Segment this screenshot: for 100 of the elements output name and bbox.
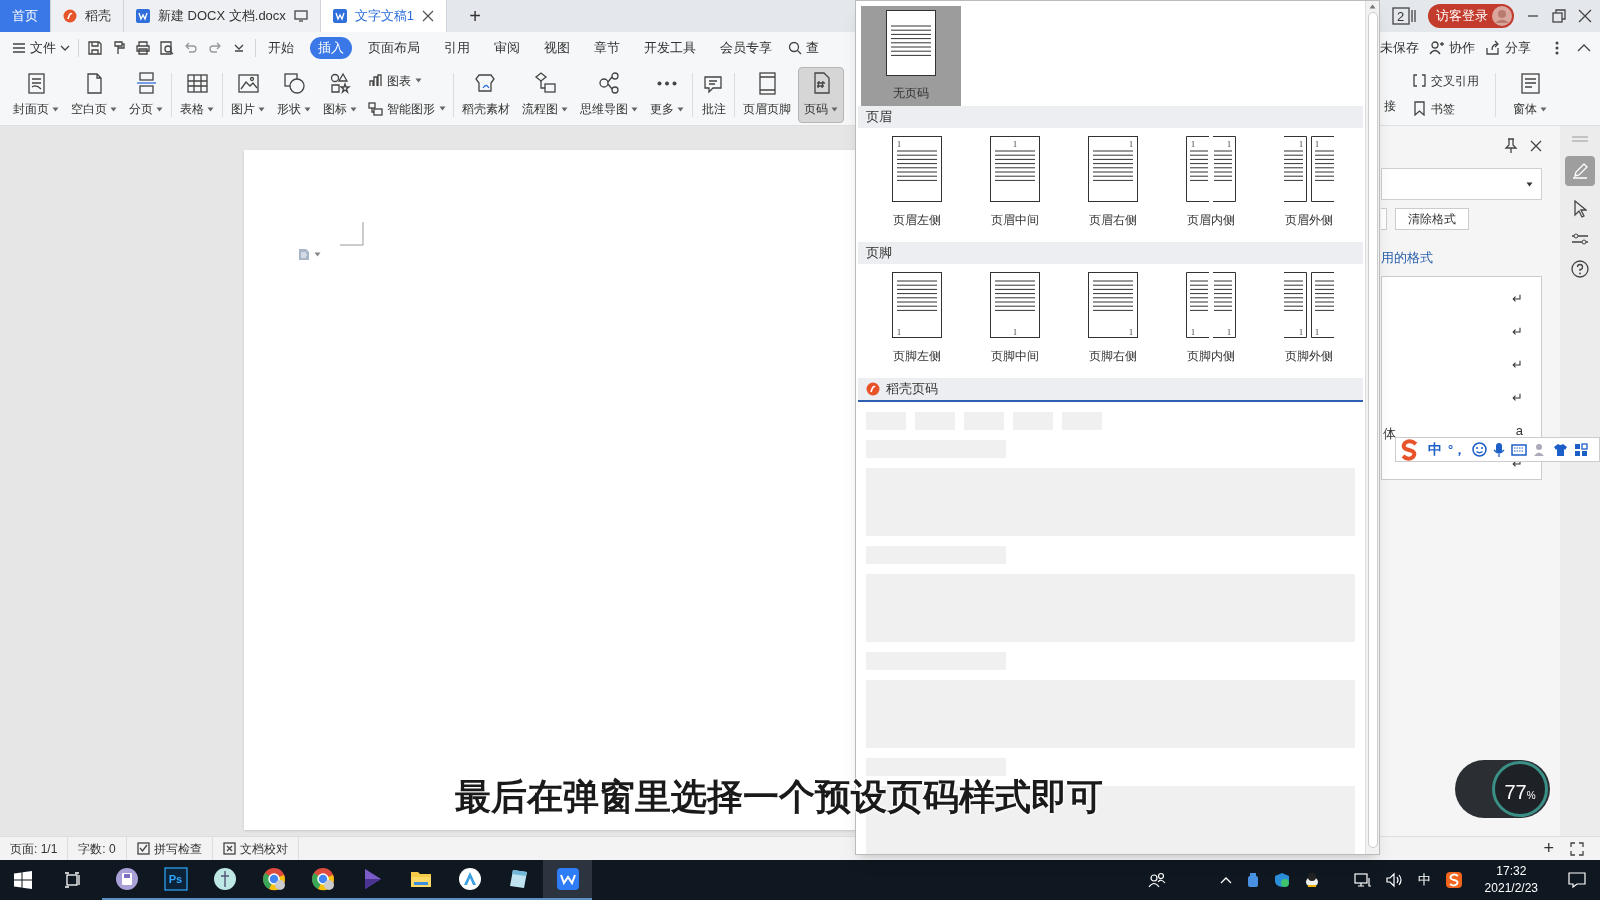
usb-icon[interactable] [1245, 872, 1260, 888]
ribbon-button[interactable]: 流程图 [517, 66, 573, 123]
edit-tool-button[interactable] [1565, 156, 1595, 186]
ribbon-button[interactable]: 窗体 [1508, 66, 1552, 123]
ribbon-button[interactable]: 思维导图 [575, 66, 643, 123]
print-icon[interactable] [135, 40, 151, 56]
smiley-icon[interactable] [1472, 442, 1488, 457]
menu-tab[interactable]: 会员专享 [712, 37, 780, 59]
section-header: 页眉 [858, 106, 1363, 128]
ribbon-button[interactable]: 图片 [226, 66, 270, 123]
toolbar-button[interactable]: 分享 [1485, 38, 1531, 58]
ribbon-button[interactable]: 表格 [175, 66, 219, 123]
input-method-indicator[interactable]: 中 [1417, 870, 1431, 890]
cursor-icon[interactable] [1573, 200, 1587, 218]
tab[interactable]: 首页 [0, 0, 51, 32]
menu-tab[interactable]: 引用 [436, 37, 478, 59]
ribbon-button[interactable]: 更多 [645, 66, 689, 123]
clear-format-button[interactable]: 清除格式 [1395, 208, 1469, 230]
menu-tab[interactable]: 插入 [310, 37, 352, 59]
close-icon[interactable] [422, 10, 435, 22]
redo-icon[interactable] [207, 40, 223, 56]
tab[interactable]: 稻壳 [51, 0, 124, 32]
ime-mode-button[interactable]: 中 [1428, 439, 1442, 460]
ribbon-button[interactable]: 图标 [318, 66, 362, 123]
menu-tab[interactable]: 开始 [260, 37, 302, 59]
windows-start-icon[interactable] [14, 871, 32, 889]
undo-icon[interactable] [183, 40, 199, 56]
ribbon-button[interactable]: 接 [1384, 96, 1396, 115]
ime-logo-icon[interactable] [1444, 871, 1463, 889]
ribbon-button[interactable]: 交叉引用 [1408, 68, 1483, 93]
no-page-number-option[interactable]: 无页码 [861, 6, 961, 106]
network-icon[interactable] [1353, 872, 1372, 888]
ribbon-button[interactable]: 稻壳素材 [457, 66, 515, 123]
clock[interactable]: 17:32 2021/2/23 [1484, 863, 1538, 897]
page-preview-drawing [990, 272, 1040, 338]
ribbon-button[interactable]: 形状 [272, 66, 316, 123]
microphone-icon[interactable] [1493, 441, 1506, 458]
menu-tab[interactable]: 审阅 [486, 37, 528, 59]
menu-tab[interactable]: 页面布局 [360, 37, 428, 59]
scrollbar-thumb[interactable] [1367, 12, 1378, 848]
fullscreen-icon[interactable] [1570, 841, 1584, 856]
ribbon-button[interactable]: 空白页 [66, 66, 122, 123]
more-icon[interactable] [1555, 41, 1559, 55]
taskbar-app[interactable]: Ps [151, 860, 200, 900]
help-icon[interactable] [1571, 260, 1589, 278]
taskbar-app[interactable] [543, 860, 592, 900]
notification-icon[interactable] [1568, 872, 1586, 888]
ribbon-button[interactable]: 批注 [696, 66, 731, 123]
volume-icon[interactable] [1385, 872, 1404, 888]
paste-options-button[interactable] [298, 248, 321, 261]
subtitle-text: 最后在弹窗里选择一个预设页码样式即可 [455, 775, 1103, 819]
close-icon[interactable] [1578, 9, 1592, 23]
save-icon[interactable] [87, 40, 103, 56]
ribbon-button[interactable]: 书签 [1408, 96, 1483, 121]
page-number-label: 1 [1299, 328, 1303, 337]
scrollbar[interactable] [1365, 1, 1379, 854]
ribbon-button[interactable]: 图表 [364, 68, 450, 93]
task-view-icon[interactable] [64, 872, 82, 888]
toolbar-button[interactable]: 协作 [1429, 38, 1475, 58]
ribbon-button[interactable]: 分页 [124, 66, 168, 123]
ribbon-button[interactable]: 智能图形 [364, 96, 450, 121]
punctuation-button[interactable]: °， [1448, 439, 1467, 460]
bar-chart-icon [368, 73, 383, 88]
caret-icon [1526, 181, 1533, 187]
menu-tab[interactable]: 章节 [586, 37, 628, 59]
page-number-label: 1 [1129, 140, 1133, 149]
people-icon[interactable] [1147, 872, 1166, 888]
zoom-in-button[interactable]: + [1543, 835, 1554, 862]
shield-icon[interactable] [1273, 872, 1290, 888]
new-tab-button[interactable]: + [455, 0, 496, 32]
penguin-icon[interactable] [1303, 872, 1320, 888]
cross-reference-icon [1412, 73, 1427, 88]
tab[interactable]: 新建 DOCX 文档.docx [124, 0, 321, 32]
grid-icon[interactable] [1574, 442, 1589, 457]
section-title: 稻壳页码 [886, 380, 938, 399]
file-menu[interactable]: 文件 [12, 38, 70, 58]
ribbon-button[interactable]: 封面页 [8, 66, 64, 123]
document-icon [298, 248, 310, 261]
tab[interactable]: 文字文稿1 [320, 0, 448, 32]
browser-icon [310, 867, 335, 891]
paragraph-corner-mark [340, 222, 364, 246]
chevron-up-icon[interactable] [1219, 876, 1232, 884]
restore-icon[interactable] [1552, 9, 1566, 23]
menu-tab[interactable]: 视图 [536, 37, 578, 59]
paragraph-mark: ↵ [1512, 355, 1523, 374]
ribbon-button[interactable]: 页眉页脚 [738, 66, 796, 123]
page-number-label: 1 [1315, 140, 1319, 149]
shirt-icon[interactable] [1553, 442, 1569, 457]
keyboard-icon[interactable] [1511, 443, 1528, 456]
login-button[interactable]: 访客登录 [1428, 4, 1514, 28]
search-button[interactable]: 查 [788, 38, 819, 58]
pin-icon[interactable] [1504, 138, 1518, 154]
sliders-icon[interactable] [1571, 232, 1589, 246]
triangle-logo-icon [457, 867, 482, 891]
format-painter-icon[interactable] [111, 40, 127, 56]
ribbon-button[interactable]: 页码 [798, 66, 844, 123]
collapse-icon[interactable] [1577, 43, 1591, 53]
close-icon[interactable] [1530, 140, 1542, 152]
print-preview-icon[interactable] [159, 40, 175, 56]
menu-tab[interactable]: 开发工具 [636, 37, 704, 59]
